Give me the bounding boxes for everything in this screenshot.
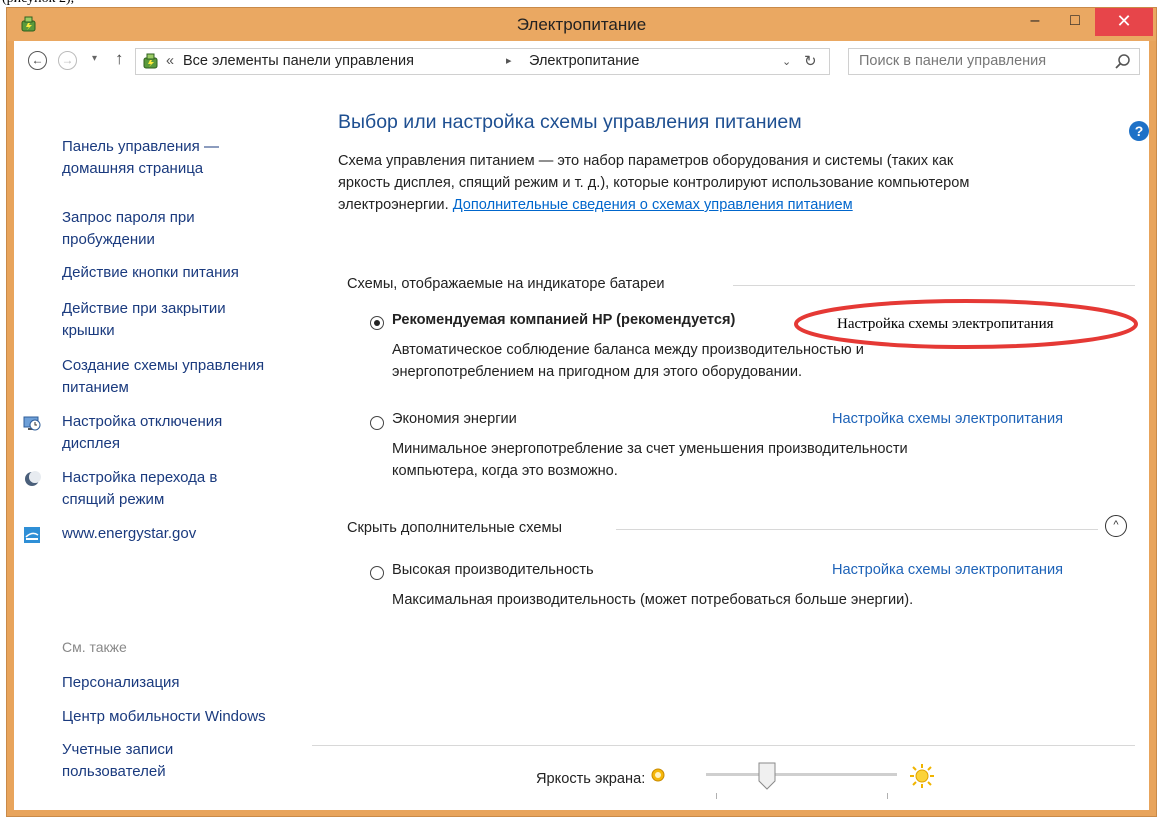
description-line-3-text: электроэнергии. [338, 197, 449, 213]
sidebar-item-label: пробуждении [62, 231, 155, 248]
plan-high-radio[interactable] [370, 566, 384, 580]
plan-saver-description: Минимальное энергопотребление за счет ум… [392, 438, 908, 482]
sidebar-item-label: Действие при закрытии [62, 300, 226, 317]
see-also-heading: См. также [62, 639, 127, 655]
sidebar-item-label: Действие кнопки питания [62, 264, 239, 281]
brightness-slider-thumb[interactable] [758, 762, 776, 790]
see-also-user-accounts[interactable]: Учетные записи пользователей [62, 739, 173, 783]
breadcrumb-overflow-icon[interactable]: « [166, 53, 174, 69]
sidebar-item-label: Создание схемы управления [62, 357, 265, 374]
sidebar-item-label: Центр мобильности Windows [62, 708, 266, 725]
moon-icon [25, 471, 41, 486]
plan-high-desc-line: Максимальная производительность (может п… [392, 592, 914, 608]
see-also-personalization[interactable]: Персонализация [62, 672, 180, 694]
sidebar-item-label: питанием [62, 379, 129, 396]
sidebar-item-create-plan[interactable]: Создание схемы управления питанием [62, 355, 264, 399]
brightness-slider[interactable] [706, 773, 897, 776]
refresh-icon[interactable]: ↻ [804, 52, 817, 70]
control-panel-icon [143, 53, 158, 69]
plan-high-settings-link[interactable]: Настройка схемы электропитания [832, 562, 1063, 578]
description-line-1: Схема управления питанием — это набор па… [338, 153, 954, 169]
brightness-label: Яркость экрана: [536, 771, 646, 787]
dim-sun-icon [651, 768, 665, 782]
help-icon[interactable]: ? [1129, 121, 1149, 141]
bright-sun-icon [910, 764, 934, 788]
plan-saver-name[interactable]: Экономия энергии [392, 411, 517, 427]
sidebar-home-link[interactable]: Панель управления — домашняя страница [62, 136, 219, 180]
breadcrumb-power-options[interactable]: Электропитание [529, 53, 639, 69]
close-button[interactable]: ✕ [1095, 8, 1153, 36]
sidebar-item-label: пользователей [62, 763, 166, 780]
plan-hp-name[interactable]: Рекомендуемая компанией HP (рекомендуетс… [392, 312, 735, 328]
breadcrumb[interactable]: « Все элементы панели управления ▸ Элект… [135, 48, 830, 75]
up-button[interactable]: ↑ [115, 49, 124, 69]
sidebar-item-wake-password[interactable]: Запрос пароля при пробуждении [62, 207, 195, 251]
minimize-button[interactable]: – [1021, 8, 1049, 36]
search-input[interactable]: Поиск в панели управления [848, 48, 1140, 75]
plan-hp-radio[interactable] [370, 316, 384, 330]
see-also-mobility-center[interactable]: Центр мобильности Windows [62, 706, 266, 728]
energy-star-icon [24, 527, 40, 543]
search-icon[interactable] [1114, 53, 1132, 71]
plan-hp-settings-link[interactable]: Настройка схемы электропитания [833, 316, 1058, 333]
slider-tick [716, 793, 717, 799]
sidebar-item-display-off[interactable]: Настройка отключения дисплея [62, 411, 222, 455]
sidebar-item-lid-close[interactable]: Действие при закрытии крышки [62, 298, 226, 342]
sidebar-item-label: Персонализация [62, 674, 180, 691]
plan-high-name[interactable]: Высокая производительность [392, 562, 594, 578]
sidebar-home-line-1: Панель управления — [62, 138, 219, 155]
sidebar-item-label: дисплея [62, 435, 120, 452]
description-line-2: яркость дисплея, спящий режим и т. д.), … [338, 175, 970, 191]
title-bar: Электропитание – □ ✕ [7, 8, 1156, 41]
plan-saver-desc-line: Минимальное энергопотребление за счет ум… [392, 441, 908, 457]
breadcrumb-separator-icon[interactable]: ▸ [506, 54, 512, 67]
description-line-3: электроэнергии. Дополнительные сведения … [338, 194, 1118, 216]
maximize-button[interactable]: □ [1060, 8, 1090, 36]
back-button[interactable]: ← [28, 51, 47, 70]
sidebar-item-sleep[interactable]: Настройка перехода в спящий режим [62, 467, 217, 511]
brightness-divider [312, 745, 1135, 746]
cropped-caption: (рисунок 2), [0, 0, 1157, 7]
plan-high-description: Максимальная производительность (может п… [392, 589, 913, 611]
plan-saver-settings-link[interactable]: Настройка схемы электропитания [832, 411, 1063, 427]
plan-saver-desc-line: компьютера, когда это возможно. [392, 463, 618, 479]
page-description: Схема управления питанием — это набор па… [338, 150, 1118, 216]
sidebar-item-label: крышки [62, 322, 115, 339]
sidebar-item-power-button[interactable]: Действие кнопки питания [62, 262, 239, 284]
monitor-clock-icon [23, 416, 41, 431]
search-placeholder: Поиск в панели управления [859, 53, 1047, 69]
more-info-link[interactable]: Дополнительные сведения о схемах управле… [453, 197, 853, 213]
slider-tick [887, 793, 888, 799]
sidebar-item-label: спящий режим [62, 491, 165, 508]
window-title: Электропитание [516, 15, 647, 34]
hidden-group-label: Скрыть дополнительные схемы [347, 520, 562, 536]
plan-saver-radio[interactable] [370, 416, 384, 430]
forward-button[interactable]: → [58, 51, 77, 70]
sidebar-item-label: www.energystar.gov [62, 525, 197, 542]
recent-pages-button[interactable]: ▾ [92, 53, 97, 64]
sidebar-item-label: Настройка перехода в [62, 469, 218, 486]
collapse-chevron-icon[interactable]: ^ [1105, 515, 1127, 537]
battery-group-label: Схемы, отображаемые на индикаторе батаре… [347, 276, 665, 292]
address-bar: ← → ▾ ↑ « Все элементы панели управления… [14, 41, 1149, 81]
sidebar-home-line-2: домашняя страница [62, 160, 204, 177]
breadcrumb-all-items[interactable]: Все элементы панели управления [183, 53, 414, 69]
sidebar-item-label: Настройка отключения [62, 413, 223, 430]
group-divider [616, 529, 1098, 530]
sidebar-item-label: Запрос пароля при [62, 209, 195, 226]
sidebar-item-label: Учетные записи [62, 741, 174, 758]
plan-hp-desc-line: энергопотреблением на пригодном для этог… [392, 364, 803, 380]
group-divider [733, 285, 1135, 286]
sidebar-item-energystar[interactable]: www.energystar.gov [62, 523, 196, 545]
page-title: Выбор или настройка схемы управления пит… [338, 111, 802, 133]
address-dropdown-icon[interactable]: ⌄ [782, 55, 791, 68]
